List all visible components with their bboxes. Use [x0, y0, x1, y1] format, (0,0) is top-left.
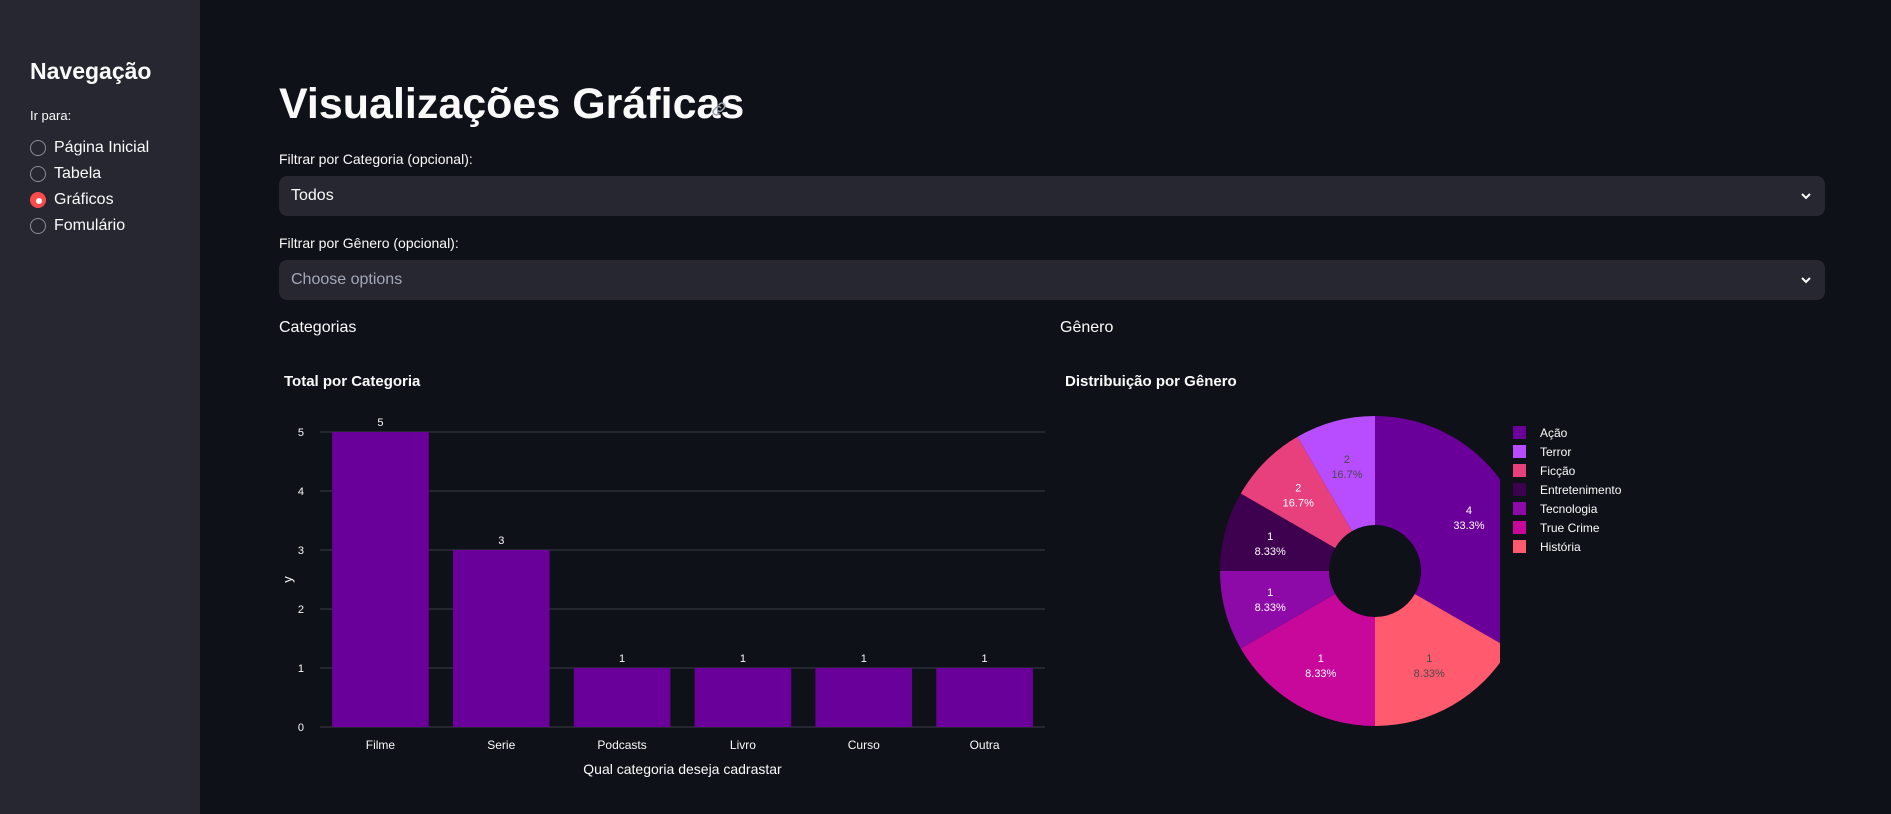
- chevron-down-icon: [1799, 189, 1813, 208]
- bar-data-label: 5: [377, 417, 383, 429]
- pie-percent-label: 33.3%: [1453, 520, 1484, 532]
- y-tick-label: 4: [298, 486, 304, 498]
- legend-label: Entretenimento: [1540, 482, 1622, 497]
- bar-chart-title: Total por Categoria: [284, 373, 421, 390]
- nav-item-label: Gráficos: [54, 191, 114, 208]
- legend-swatch: [1513, 464, 1526, 477]
- y-tick-label: 2: [298, 604, 304, 616]
- nav-item-formulario[interactable]: Fomulário: [30, 213, 149, 239]
- x-tick-label: Podcasts: [597, 738, 646, 752]
- genre-filter-multiselect[interactable]: Choose options: [279, 260, 1825, 300]
- pie-percent-label: 8.33%: [1414, 668, 1445, 680]
- pie-percent-label: 8.33%: [1255, 602, 1286, 614]
- y-tick-label: 3: [298, 545, 304, 557]
- nav-item-label: Tabela: [54, 165, 102, 182]
- page-title: Visualizações Gráficas: [279, 80, 745, 128]
- x-axis-title: Qual categoria deseja cadrastar: [583, 761, 782, 777]
- section-label-genero: Gênero: [1060, 319, 1114, 336]
- category-filter-value: Todos: [291, 187, 334, 204]
- link-icon[interactable]: [710, 100, 728, 123]
- x-tick-label: Outra: [970, 738, 1000, 752]
- bar-data-label: 1: [861, 653, 867, 665]
- radio-button-icon[interactable]: [30, 218, 46, 234]
- pie-value-label: 1: [1267, 587, 1273, 599]
- x-tick-label: Livro: [730, 738, 756, 752]
- pie-value-label: 1: [1267, 531, 1273, 543]
- bar: [452, 550, 550, 727]
- category-filter-select[interactable]: Todos: [279, 176, 1825, 216]
- genre-filter-placeholder: Choose options: [291, 271, 403, 288]
- nav-item-label: Fomulário: [54, 217, 126, 234]
- x-tick-label: Curso: [848, 738, 880, 752]
- legend-item[interactable]: Entretenimento: [1513, 480, 1621, 499]
- section-label-categorias: Categorias: [279, 319, 357, 336]
- genre-filter-label: Filtrar por Gênero (opcional):: [279, 235, 459, 251]
- y-tick-label: 0: [298, 722, 304, 734]
- legend-item[interactable]: Terror: [1513, 442, 1621, 461]
- legend-label: Terror: [1540, 444, 1572, 459]
- category-filter-label: Filtrar por Categoria (opcional):: [279, 151, 473, 167]
- pie-value-label: 1: [1426, 653, 1432, 665]
- pie-percent-label: 8.33%: [1255, 546, 1286, 558]
- y-tick-label: 1: [298, 663, 304, 675]
- bar-data-label: 1: [740, 653, 746, 665]
- pie-value-label: 2: [1295, 482, 1301, 494]
- bar: [332, 432, 429, 727]
- pie-value-label: 2: [1344, 454, 1350, 466]
- bar-data-label: 1: [982, 653, 988, 665]
- bar-data-label: 3: [498, 535, 504, 547]
- nav-item-graficos[interactable]: Gráficos: [30, 187, 149, 213]
- legend-label: Ficção: [1540, 463, 1576, 478]
- legend-swatch: [1513, 483, 1526, 496]
- bar-chart: 0 1 2 3 4 5 5 Filme 3 Serie 1 Podcasts 1 Livro 1 Curso 1…: [280, 417, 1045, 777]
- x-tick-label: Filme: [366, 738, 396, 752]
- radio-button-selected-icon[interactable]: [30, 192, 46, 208]
- legend-swatch: [1513, 502, 1526, 515]
- legend-label: Ação: [1540, 425, 1568, 440]
- pie-percent-label: 16.7%: [1331, 469, 1362, 481]
- radio-button-icon[interactable]: [30, 140, 46, 156]
- nav-item-tabela[interactable]: Tabela: [30, 161, 149, 187]
- pie-value-label: 1: [1318, 653, 1324, 665]
- bar-data-label: 1: [619, 653, 625, 665]
- chevron-down-icon: [1799, 273, 1813, 292]
- pie-chart: 4 33.3% 1 8.33% 1 8.33% 1 8.33% 1 8.33% 2 16.7% 2 16.…: [1220, 416, 1500, 726]
- pie-legend: Ação Terror Ficção Entretenimento Tecnologia…: [1513, 423, 1621, 556]
- bar: [573, 668, 671, 727]
- nav-item-label: Página Inicial: [54, 139, 150, 156]
- pie-value-label: 4: [1466, 505, 1472, 517]
- pie-percent-label: 16.7%: [1283, 497, 1314, 509]
- legend-item[interactable]: Ficção: [1513, 461, 1621, 480]
- pie-chart-title: Distribuição por Gênero: [1065, 373, 1237, 390]
- legend-item[interactable]: Ação: [1513, 423, 1621, 442]
- nav-radio-group: Página Inicial Tabela Gráficos Fomulário: [30, 135, 149, 239]
- legend-swatch: [1513, 521, 1526, 534]
- legend-item[interactable]: Tecnologia: [1513, 499, 1621, 518]
- pie-percent-label: 8.33%: [1305, 668, 1336, 680]
- bar: [694, 668, 792, 727]
- bar: [815, 668, 913, 727]
- legend-label: História: [1540, 539, 1581, 554]
- y-axis-title: y: [280, 576, 295, 583]
- x-tick-label: Serie: [487, 738, 515, 752]
- legend-label: True Crime: [1540, 520, 1600, 535]
- y-tick-label: 5: [298, 427, 304, 439]
- sidebar: Navegação Ir para: Página Inicial Tabela…: [0, 0, 200, 814]
- radio-button-icon[interactable]: [30, 166, 46, 182]
- legend-swatch: [1513, 540, 1526, 553]
- sidebar-title: Navegação: [30, 58, 152, 84]
- legend-swatch: [1513, 426, 1526, 439]
- nav-label: Ir para:: [30, 108, 72, 123]
- legend-item[interactable]: História: [1513, 537, 1621, 556]
- legend-swatch: [1513, 445, 1526, 458]
- legend-label: Tecnologia: [1540, 501, 1598, 516]
- nav-item-pagina-inicial[interactable]: Página Inicial: [30, 135, 149, 161]
- legend-item[interactable]: True Crime: [1513, 518, 1621, 537]
- bar: [936, 668, 1033, 727]
